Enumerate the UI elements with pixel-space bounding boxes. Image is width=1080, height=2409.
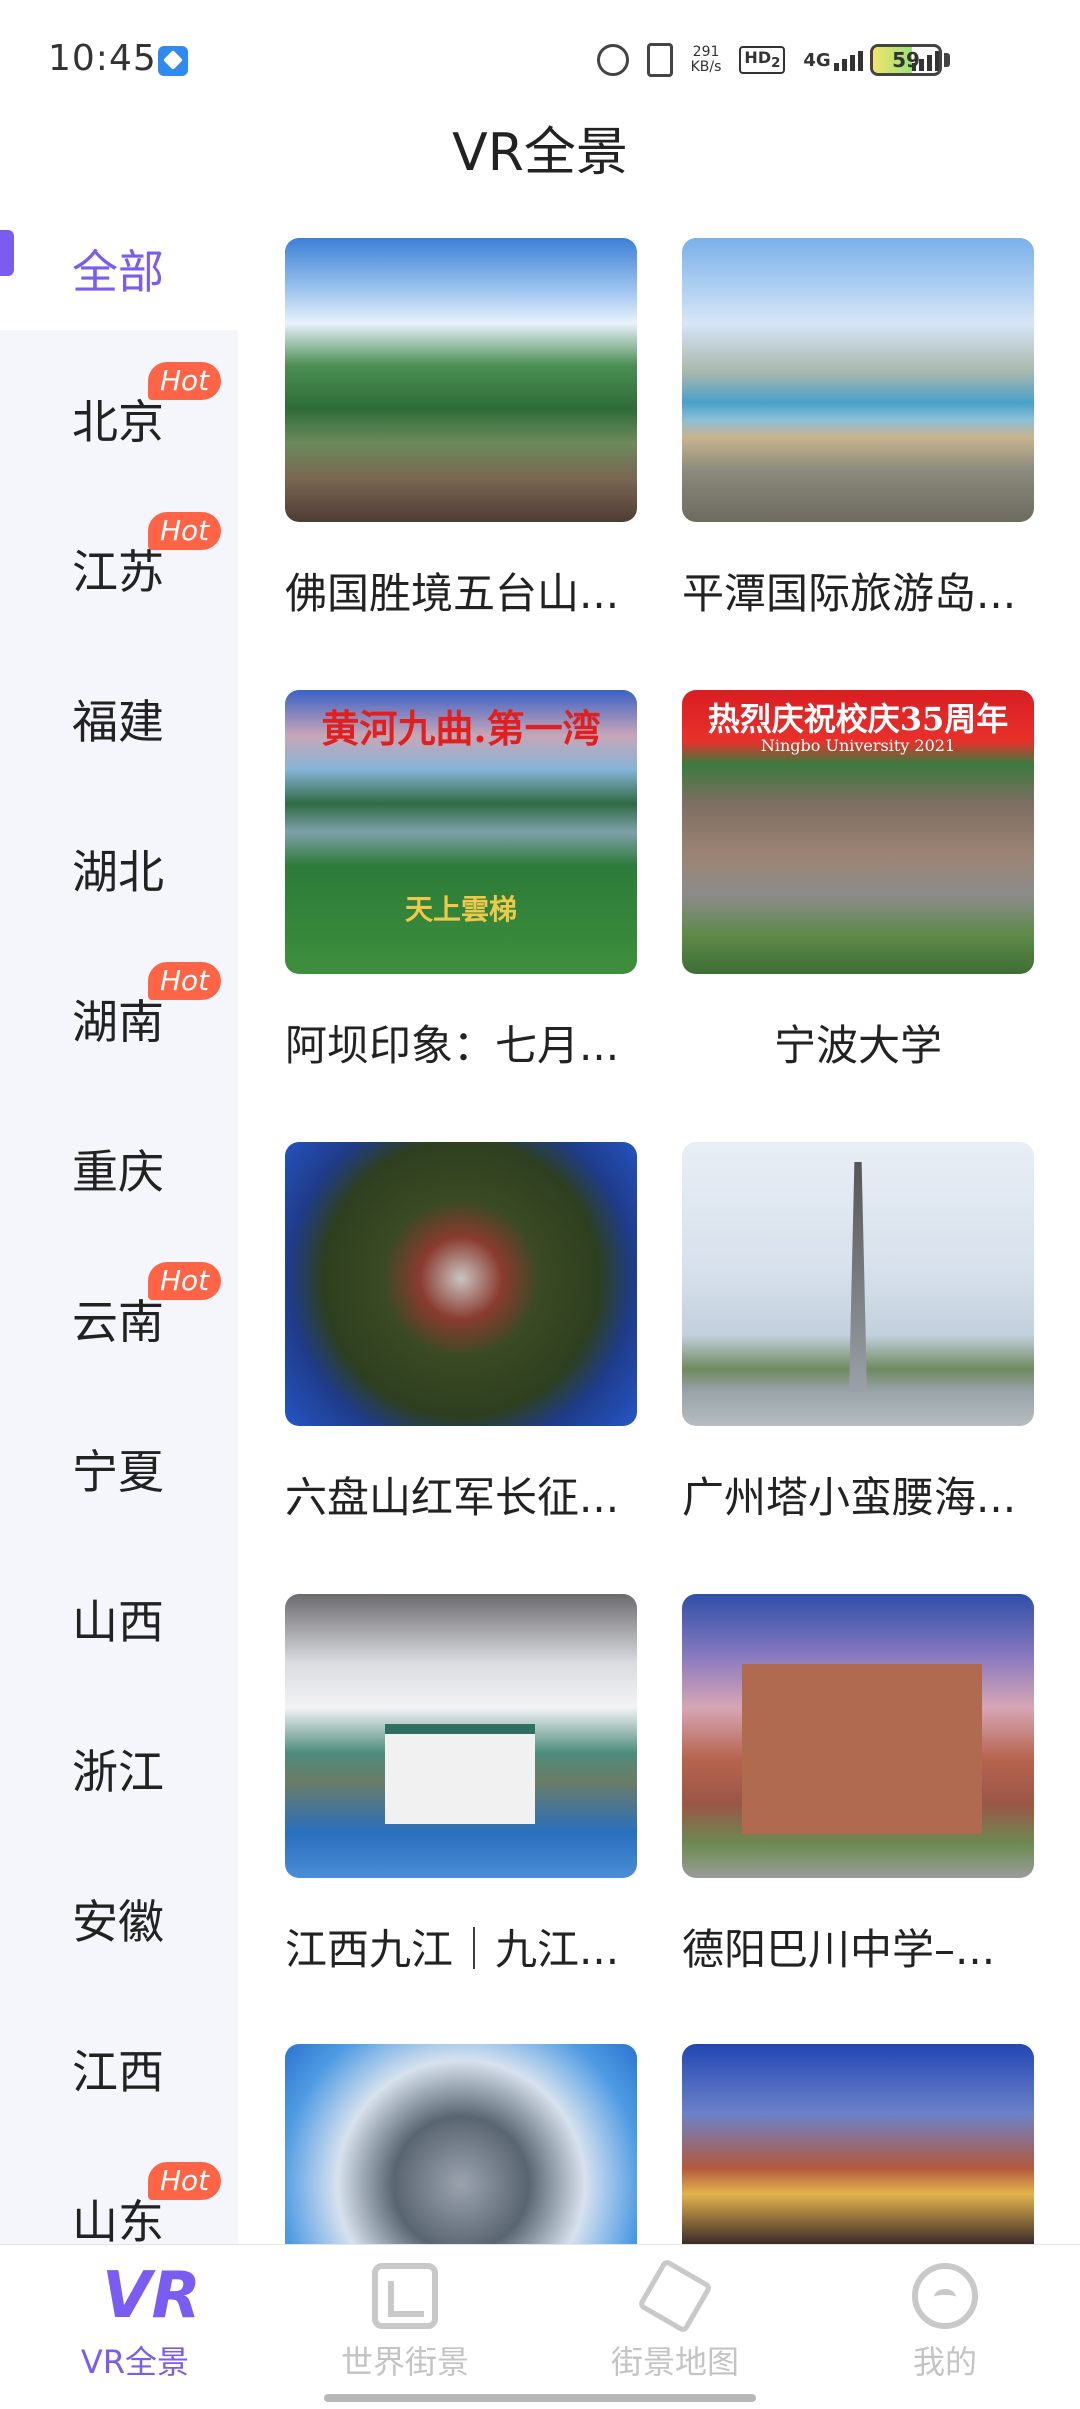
status-time: 10:45	[48, 38, 157, 79]
page-title: VR全景	[452, 123, 628, 183]
status-bar: 10:45 291KB/s HD2 4G 5G 59	[0, 0, 1080, 120]
card-thumbnail	[285, 238, 637, 522]
sidebar-item-anhui[interactable]: 安徽	[0, 1844, 238, 1994]
sidebar-item-jiangsu[interactable]: 江苏 Hot	[0, 494, 238, 644]
battery-level: 59	[892, 48, 920, 72]
sidebar-item-all[interactable]: 全部	[0, 194, 238, 344]
sidebar-item-shanxi[interactable]: 山西	[0, 1544, 238, 1694]
panorama-card[interactable]: 广州塔小蛮腰海...	[682, 1142, 1034, 1525]
sidebar-item-label: 湖北	[72, 845, 164, 899]
bottom-nav: VR VR全景 世界街景 街景地图 我的	[0, 2244, 1080, 2409]
sidebar-item-label: 安徽	[72, 1895, 164, 1949]
card-thumbnail	[285, 2044, 637, 2244]
home-indicator[interactable]	[324, 2394, 756, 2402]
hot-badge: Hot	[148, 962, 222, 1000]
sidebar-item-label: 宁夏	[72, 1445, 164, 1499]
sidebar-item-hunan[interactable]: 湖南 Hot	[0, 944, 238, 1094]
sidebar-item-fujian[interactable]: 福建	[0, 644, 238, 794]
card-title: 宁波大学	[773, 1021, 942, 1070]
sidebar-item-label: 浙江	[72, 1745, 164, 1799]
hd-icon: HD2	[739, 46, 786, 74]
sidebar-item-label: 山西	[72, 1595, 164, 1649]
sidebar-item-label: 福建	[72, 695, 164, 749]
card-title: 广州塔小蛮腰海...	[682, 1473, 1017, 1522]
province-sidebar: 全部 北京 Hot 江苏 Hot 福建 湖北 湖南 Hot 重庆 云南 Hot …	[0, 194, 238, 2249]
card-thumbnail	[682, 1142, 1034, 1426]
sidebar-item-label: 江西	[72, 2045, 164, 2099]
hot-badge: Hot	[148, 362, 222, 400]
hot-badge: Hot	[148, 1262, 222, 1300]
panorama-card[interactable]: 佛国胜境五台山...	[285, 238, 637, 621]
sidebar-item-label: 重庆	[72, 1145, 164, 1199]
nav-label: 世界街景	[340, 2343, 469, 2381]
vr-icon: VR	[102, 2259, 201, 2333]
sidebar-item-ningxia[interactable]: 宁夏	[0, 1394, 238, 1544]
card-title: 平潭国际旅游岛...	[682, 569, 1017, 618]
card-thumbnail	[682, 1594, 1034, 1878]
nav-street-map[interactable]: 街景地图	[540, 2257, 810, 2393]
nav-label: 我的	[912, 2343, 977, 2381]
nav-vr-panorama[interactable]: VR VR全景	[0, 2263, 270, 2393]
alarm-icon	[596, 44, 629, 76]
thumbnail-subcaption: Ningbo University 2021	[760, 736, 956, 755]
card-thumbnail: 热烈庆祝校庆35周年 Ningbo University 2021	[682, 690, 1034, 974]
vibrate-icon	[646, 43, 673, 77]
panorama-card[interactable]: 六盘山红军长征...	[285, 1142, 637, 1525]
nav-profile[interactable]: 我的	[810, 2263, 1080, 2393]
panorama-card[interactable]	[682, 2044, 1034, 2244]
card-title: 佛国胜境五台山...	[285, 569, 620, 618]
sidebar-item-label: 全部	[72, 245, 164, 299]
thumbnail-caption: 天上雲梯	[404, 893, 517, 926]
profile-icon	[912, 2263, 978, 2329]
battery-icon: 59	[870, 44, 942, 76]
panorama-card[interactable]: 德阳巴川中学–...	[682, 1594, 1034, 1977]
active-indicator	[0, 230, 14, 276]
panorama-card[interactable]: 热烈庆祝校庆35周年 Ningbo University 2021 宁波大学	[682, 690, 1034, 1073]
signal-4g-icon: 4G	[803, 50, 863, 71]
card-title: 阿坝印象：七月...	[285, 1021, 620, 1070]
nav-label: VR全景	[80, 2343, 190, 2381]
thumbnail-caption: 黄河九曲.第一湾	[321, 706, 601, 751]
card-title: 六盘山红军长征...	[285, 1473, 620, 1522]
app-notification-icon	[158, 46, 188, 76]
nav-world-street-view[interactable]: 世界街景	[270, 2263, 540, 2393]
map-cube-icon	[636, 2257, 714, 2335]
card-thumbnail	[285, 1142, 637, 1426]
sidebar-item-hubei[interactable]: 湖北	[0, 794, 238, 944]
hot-badge: Hot	[148, 512, 222, 550]
card-thumbnail	[682, 238, 1034, 522]
sidebar-item-jiangxi[interactable]: 江西	[0, 1994, 238, 2144]
nav-label: 街景地图	[610, 2343, 739, 2381]
hot-badge: Hot	[148, 2162, 222, 2200]
panorama-card[interactable]: 江西九江｜九江...	[285, 1594, 637, 1977]
sidebar-item-zhejiang[interactable]: 浙江	[0, 1694, 238, 1844]
thumbnail-caption: 热烈庆祝校庆35周年	[707, 700, 1009, 738]
card-title: 德阳巴川中学–...	[682, 1925, 996, 1974]
panorama-card[interactable]: 黄河九曲.第一湾 天上雲梯 阿坝印象：七月...	[285, 690, 637, 1073]
card-thumbnail	[682, 2044, 1034, 2244]
street-view-icon	[372, 2263, 438, 2329]
sidebar-item-yunnan[interactable]: 云南 Hot	[0, 1244, 238, 1394]
card-title: 江西九江｜九江...	[285, 1925, 620, 1974]
panorama-card[interactable]: 平潭国际旅游岛...	[682, 238, 1034, 621]
network-speed: 291 KB/s	[690, 44, 722, 75]
panorama-card[interactable]	[285, 2044, 637, 2244]
sidebar-item-chongqing[interactable]: 重庆	[0, 1094, 238, 1244]
card-thumbnail: 黄河九曲.第一湾 天上雲梯	[285, 690, 637, 974]
sidebar-item-beijing[interactable]: 北京 Hot	[0, 344, 238, 494]
card-thumbnail	[285, 1594, 637, 1878]
